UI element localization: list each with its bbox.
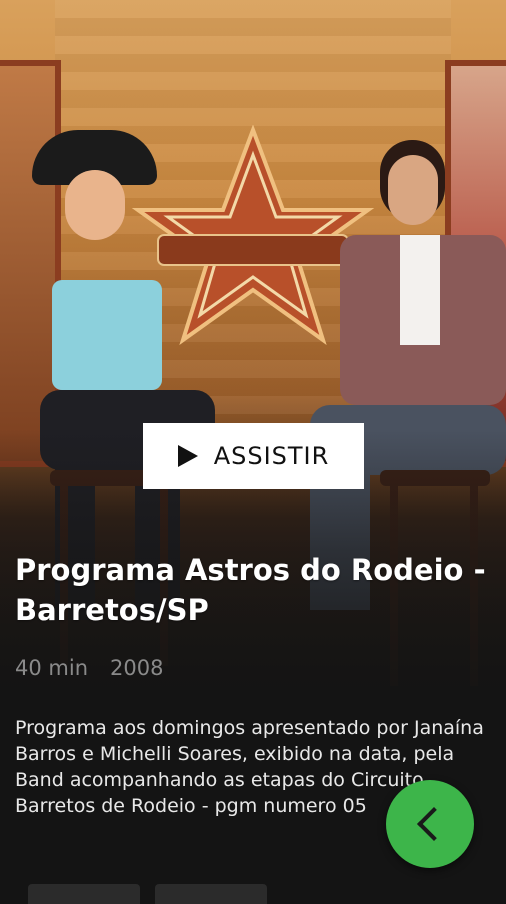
watch-button-label: ASSISTIR <box>213 442 330 470</box>
program-duration: 40 min <box>15 656 88 680</box>
watch-button[interactable]: ASSISTIR <box>143 423 364 489</box>
program-year: 2008 <box>110 656 164 680</box>
chevron-left-icon <box>417 807 451 841</box>
bottom-tab-2[interactable] <box>155 884 267 904</box>
back-button[interactable] <box>386 780 474 868</box>
play-icon <box>177 445 198 467</box>
bottom-tab-1[interactable] <box>28 884 140 904</box>
program-meta: 40 min 2008 <box>15 656 163 680</box>
program-title: Programa Astros do Rodeio - Barretos/SP <box>15 553 486 627</box>
